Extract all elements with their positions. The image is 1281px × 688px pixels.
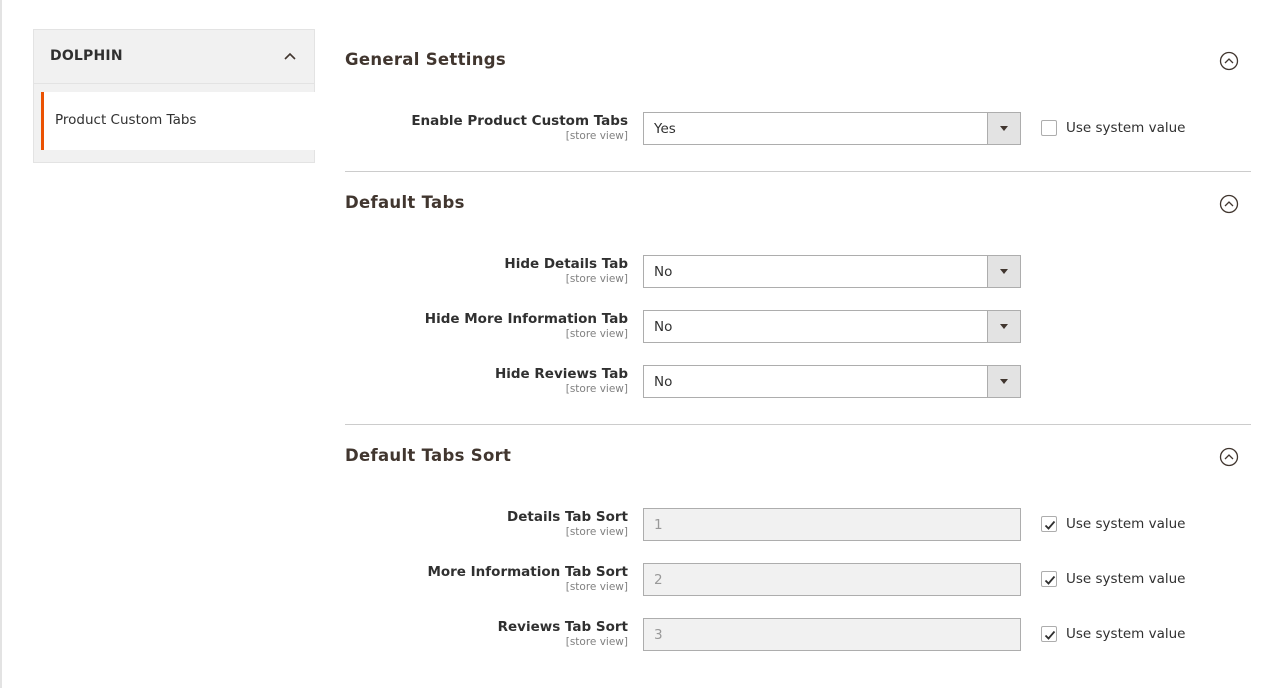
use-system-value-checkbox[interactable] (1041, 626, 1057, 642)
field-label-group: Details Tab Sort [store view] (507, 509, 628, 538)
use-system-value-checkbox[interactable] (1041, 516, 1057, 532)
field-row-more-information-tab-sort: More Information Tab Sort [store view] 2… (345, 563, 1251, 597)
scope-label: [store view] (565, 581, 628, 593)
select-value: Yes (654, 121, 676, 137)
use-system-value-label[interactable]: Use system value (1066, 626, 1185, 642)
input-value: 1 (654, 517, 663, 533)
sidebar-item-label: Product Custom Tabs (55, 112, 197, 128)
scope-label: [store view] (565, 636, 628, 648)
use-system-value-label[interactable]: Use system value (1066, 571, 1185, 587)
hide-details-tab-select[interactable]: No (643, 255, 1021, 288)
select-value: No (654, 374, 673, 390)
field-label: Reviews Tab Sort (497, 619, 628, 635)
caret-down-icon (1000, 379, 1008, 384)
sidebar-group-header[interactable]: DOLPHIN (33, 29, 315, 83)
scope-label: [store view] (565, 130, 628, 142)
section-default-tabs-sort-header[interactable]: Default Tabs Sort (345, 444, 1251, 474)
field-label-group: Hide Reviews Tab [store view] (495, 366, 628, 395)
section-default-tabs-header[interactable]: Default Tabs (345, 191, 1251, 221)
caret-down-icon (1000, 324, 1008, 329)
field-row-details-tab-sort: Details Tab Sort [store view] 1 Use syst… (345, 508, 1251, 542)
field-label: Hide Details Tab (504, 256, 628, 272)
chevron-up-icon[interactable] (282, 48, 298, 64)
use-system-value-checkbox[interactable] (1041, 120, 1057, 136)
caret-down-icon (1000, 269, 1008, 274)
hide-reviews-tab-select[interactable]: No (643, 365, 1021, 398)
field-row-hide-details-tab: Hide Details Tab [store view] No (345, 255, 1251, 289)
section-title: Default Tabs Sort (345, 446, 512, 465)
scope-label: [store view] (565, 526, 628, 538)
circle-chevron-up-icon[interactable] (1219, 51, 1239, 71)
scope-label: [store view] (565, 328, 628, 340)
use-system-value-label[interactable]: Use system value (1066, 516, 1185, 532)
checkmark-icon (1044, 575, 1056, 585)
field-label-group: Enable Product Custom Tabs [store view] (411, 113, 628, 142)
section-title: Default Tabs (345, 193, 465, 212)
select-toggle[interactable] (987, 366, 1020, 397)
use-system-value-checkbox[interactable] (1041, 571, 1057, 587)
field-row-reviews-tab-sort: Reviews Tab Sort [store view] 3 Use syst… (345, 618, 1251, 652)
field-label-group: More Information Tab Sort [store view] (427, 564, 628, 593)
field-row-hide-more-information-tab: Hide More Information Tab [store view] N… (345, 310, 1251, 344)
more-information-tab-sort-input[interactable]: 2 (643, 563, 1021, 596)
section-title: General Settings (345, 50, 507, 69)
field-label-group: Hide More Information Tab [store view] (425, 311, 628, 340)
sidebar-group-body: Product Custom Tabs (33, 83, 315, 163)
enable-product-custom-tabs-select[interactable]: Yes (643, 112, 1021, 145)
field-row-hide-reviews-tab: Hide Reviews Tab [store view] No (345, 365, 1251, 399)
checkmark-icon (1044, 520, 1056, 530)
config-sidebar: DOLPHIN Product Custom Tabs (33, 29, 315, 163)
reviews-tab-sort-input[interactable]: 3 (643, 618, 1021, 651)
scope-label: [store view] (565, 383, 628, 395)
circle-chevron-up-icon[interactable] (1219, 194, 1239, 214)
use-system-value-label[interactable]: Use system value (1066, 120, 1185, 136)
select-value: No (654, 319, 673, 335)
input-value: 2 (654, 572, 663, 588)
input-value: 3 (654, 627, 663, 643)
circle-chevron-up-icon[interactable] (1219, 447, 1239, 467)
section-general-settings-header[interactable]: General Settings (345, 48, 1251, 78)
field-label: Hide Reviews Tab (494, 366, 628, 382)
field-label: Details Tab Sort (507, 509, 628, 525)
field-row-enable-product-custom-tabs: Enable Product Custom Tabs [store view] … (345, 112, 1251, 146)
sidebar-item-product-custom-tabs[interactable]: Product Custom Tabs (41, 92, 315, 150)
field-label-group: Hide Details Tab [store view] (504, 256, 628, 285)
page-left-border (0, 0, 2, 688)
section-divider (345, 424, 1251, 425)
select-toggle[interactable] (987, 113, 1020, 144)
field-label: More Information Tab Sort (427, 564, 628, 580)
field-label: Hide More Information Tab (424, 311, 628, 327)
select-value: No (654, 264, 673, 280)
section-divider (345, 171, 1251, 172)
select-toggle[interactable] (987, 256, 1020, 287)
caret-down-icon (1000, 126, 1008, 131)
checkmark-icon (1044, 630, 1056, 640)
select-toggle[interactable] (987, 311, 1020, 342)
field-label-group: Reviews Tab Sort [store view] (498, 619, 628, 648)
scope-label: [store view] (565, 273, 628, 285)
details-tab-sort-input[interactable]: 1 (643, 508, 1021, 541)
sidebar-group-title: DOLPHIN (50, 48, 123, 64)
field-label: Enable Product Custom Tabs (411, 113, 628, 129)
hide-more-information-tab-select[interactable]: No (643, 310, 1021, 343)
